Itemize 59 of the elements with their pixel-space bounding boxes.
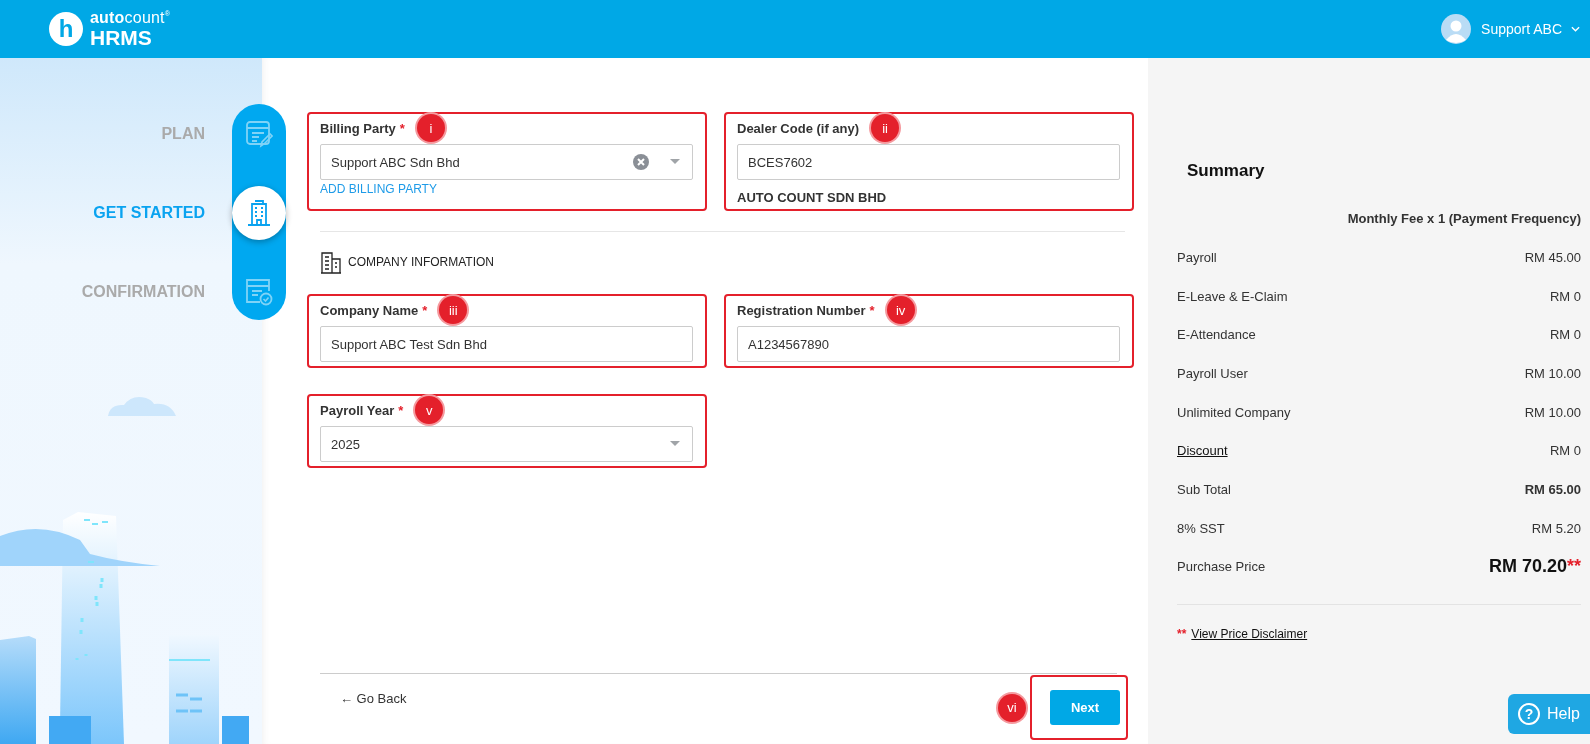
row-value: RM 0	[1549, 288, 1581, 304]
row-label: Unlimited Company	[1177, 404, 1291, 420]
field-label: Dealer Code (if any)	[737, 120, 860, 136]
row-value: RM 45.00	[1524, 249, 1581, 265]
row-label: E-Attendance	[1177, 327, 1256, 343]
required-mark: *	[869, 302, 875, 318]
text-field[interactable]: BCES7602	[737, 144, 1120, 180]
callout-badge: iv	[886, 296, 915, 324]
logo-wordmark: autocount	[90, 10, 165, 26]
field-label: Billing Party	[320, 120, 396, 136]
row-value: RM 10.00	[1524, 404, 1581, 420]
callout-badge: v	[415, 396, 444, 424]
row-label: Purchase Price	[1177, 559, 1266, 575]
required-mark: *	[422, 302, 428, 318]
row-label: Payroll User	[1177, 365, 1248, 381]
row-value: RM 10.00	[1524, 365, 1581, 381]
field-label: Registration Number	[737, 302, 866, 318]
document-edit-icon	[245, 119, 273, 148]
select-field[interactable]: 2025	[320, 426, 693, 462]
row-value: RM 0	[1549, 327, 1581, 343]
column-header: Monthly Fee x 1 (Payment Frequency)	[1347, 211, 1581, 226]
select-field[interactable]: Support ABC Sdn Bhd	[320, 144, 693, 180]
field-label: Company Name	[320, 302, 419, 318]
buildings-icon	[320, 250, 344, 274]
callout-badge: i	[416, 114, 445, 142]
product-name: HRMS	[90, 27, 153, 48]
total-price: RM 70.20	[1488, 556, 1567, 578]
row-label: 8% SST	[1177, 520, 1225, 536]
section-title: COMPANY INFORMATION	[348, 255, 494, 269]
row-label: Sub Total	[1177, 481, 1231, 497]
text-field[interactable]: Support ABC Test Sdn Bhd	[320, 326, 693, 362]
required-mark: *	[398, 402, 404, 418]
avatar-icon[interactable]	[1441, 14, 1472, 44]
summary-title: Summary	[1187, 161, 1266, 181]
row-value: RM 5.20	[1531, 520, 1581, 536]
chevron-down-icon[interactable]	[1571, 26, 1580, 32]
caret-icon[interactable]	[670, 441, 680, 447]
row-label: E-Leave & E-Claim	[1177, 288, 1288, 304]
field-label: Payroll Year	[320, 402, 395, 418]
document-check-icon	[245, 277, 273, 306]
clear-icon[interactable]	[633, 154, 649, 170]
row-label: Payroll	[1177, 249, 1217, 265]
row-value: RM 65.00	[1524, 481, 1581, 497]
row-value: RM 0	[1549, 443, 1581, 459]
building-icon	[245, 198, 273, 227]
callout-badge: iii	[439, 296, 468, 324]
go-back-link[interactable]: ← Go Back	[340, 691, 407, 706]
required-mark: *	[399, 120, 405, 136]
logo-badge: h	[49, 12, 83, 46]
footnote-mark: **	[1567, 556, 1581, 578]
caret-icon[interactable]	[670, 159, 680, 165]
price-disclaimer-link[interactable]: View Price Disclaimer	[1191, 627, 1308, 642]
text-field[interactable]: A1234567890	[737, 326, 1120, 362]
help-icon: ?	[1518, 703, 1540, 725]
dealer-name: AUTO COUNT SDN BHD	[737, 190, 887, 205]
callout-badge: ii	[871, 114, 900, 142]
callout-badge: vi	[998, 693, 1026, 722]
discount-link[interactable]: Discount	[1177, 443, 1228, 459]
footnote-mark: **	[1177, 627, 1187, 642]
